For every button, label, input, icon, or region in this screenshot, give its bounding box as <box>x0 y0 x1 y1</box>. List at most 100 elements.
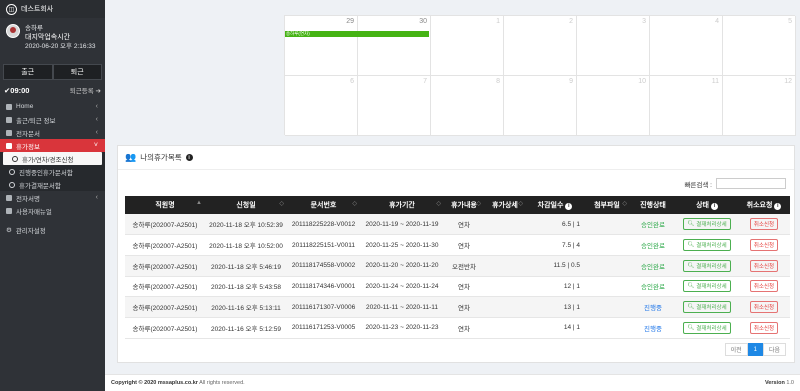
cell-cancel: 취소신청 <box>738 317 790 339</box>
sidebar-item-vacation[interactable]: 휴가정보 ˅ <box>0 139 105 152</box>
table-row[interactable]: 송하루(202007-A2501) 2020-11-18 오후 5:46:19 20… <box>125 255 790 277</box>
calendar-day[interactable]: 4 <box>650 16 723 76</box>
cell-attachment <box>584 296 630 318</box>
approval-detail-button[interactable]: 🔍︎ 결재처리상세 <box>683 239 731 252</box>
cell-doc-number: 201116171253-V0005 <box>287 317 360 339</box>
cell-progress: 승인완료 <box>630 276 676 298</box>
sidebar-item-label: 사용자매뉴얼 <box>16 208 52 216</box>
calendar-day[interactable]: 7 <box>358 76 431 136</box>
button-label: 결재처리상세 <box>696 305 727 312</box>
table-row[interactable]: 송하루(202007-A2501) 2020-11-18 오후 10:52:00 2… <box>125 234 790 256</box>
sidebar-item-manual[interactable]: 사용자매뉴얼 <box>0 204 105 217</box>
approval-detail-button[interactable]: 🔍︎ 결재처리상세 <box>683 218 731 231</box>
pen-icon <box>6 194 12 201</box>
cancel-request-button[interactable]: 취소신청 <box>749 321 779 334</box>
calendar-day[interactable]: 1 <box>431 16 504 76</box>
column-label: 휴가상세 <box>492 202 518 209</box>
submenu-vacation-inprogress[interactable]: 진행중인휴가문서함 <box>0 165 105 178</box>
table-row[interactable]: 송하루(202007-A2501) 2020-11-16 오후 5:12:59 20… <box>125 317 790 339</box>
cell-status: 🔍︎ 결재처리상세 <box>676 255 738 277</box>
chevron-left-icon: ‹ <box>95 129 98 136</box>
approval-detail-button[interactable]: 🔍︎ 결재처리상세 <box>683 259 731 272</box>
calendar-day[interactable]: 10 <box>577 76 650 136</box>
sort-icon: ▲ <box>196 200 202 206</box>
column-header-attachment[interactable]: 첨부파일 ◇ <box>584 196 630 214</box>
next-page-button[interactable]: 다음 <box>762 343 786 356</box>
page-1-button[interactable]: 1 <box>747 343 763 356</box>
check-in-button[interactable]: 출근 <box>3 64 53 80</box>
cancel-request-button[interactable]: 취소신청 <box>749 280 779 293</box>
sidebar-item-admin[interactable]: ⚙ 관리자설정 <box>0 223 105 236</box>
approval-detail-button[interactable]: 🔍︎ 결재처리상세 <box>683 301 731 314</box>
cell-deduct-days: 11.5 | 0.5 <box>526 255 584 277</box>
vacation-table: 직원명 ▲ 신청일 ◇ 문서번호 ◇ 휴가기간 ◇ 휴가내용 ◇ 휴가상세 ◇ 차감일수 i… <box>125 196 790 339</box>
day-number: 9 <box>569 78 573 85</box>
column-header-content[interactable]: 휴가내용 ◇ <box>444 196 484 214</box>
column-header-detail[interactable]: 휴가상세 ◇ <box>484 196 526 214</box>
search-input[interactable] <box>716 178 786 189</box>
check-out-button[interactable]: 퇴근 <box>52 64 102 80</box>
copyright-rights: All rights reserved. <box>199 380 245 386</box>
info-icon[interactable]: i <box>185 154 193 161</box>
sort-icon: ◇ <box>518 201 523 207</box>
sort-icon: ◇ <box>622 201 627 207</box>
cell-content: 연차 <box>444 276 484 298</box>
calendar-day[interactable]: 3 <box>577 16 650 76</box>
cancel-request-button[interactable]: 취소신청 <box>749 218 779 231</box>
calendar-day[interactable]: 9 <box>504 76 577 136</box>
calendar-day[interactable]: 5 <box>723 16 796 76</box>
column-header-status[interactable]: 상태 i <box>676 196 738 214</box>
calendar-day[interactable]: 8 <box>431 76 504 136</box>
prev-page-button[interactable]: 이전 <box>724 343 748 356</box>
cell-deduct-days: 6.5 | 1 <box>526 214 584 236</box>
info-icon[interactable]: i <box>710 202 718 210</box>
column-label: 진행상태 <box>640 202 666 209</box>
cell-detail <box>484 234 526 256</box>
info-icon[interactable]: i <box>565 202 573 210</box>
column-label: 취소요청 <box>746 202 773 209</box>
calendar-day[interactable]: 6 <box>285 76 358 136</box>
column-header-employee[interactable]: 직원명 ▲ <box>125 196 205 214</box>
day-number: 3 <box>642 18 646 25</box>
approval-detail-button[interactable]: 🔍︎ 결재처리상세 <box>683 321 731 334</box>
cancel-request-button[interactable]: 취소신청 <box>749 239 779 252</box>
column-header-doc-number[interactable]: 문서번호 ◇ <box>287 196 360 214</box>
column-header-progress[interactable]: 진행상태 <box>630 196 676 214</box>
column-header-cancel[interactable]: 취소요청 i <box>738 196 790 214</box>
cell-request-date: 2020-11-18 오후 5:46:19 <box>205 255 287 277</box>
cell-progress: 승인완료 <box>630 234 676 256</box>
sidebar-item-signature[interactable]: 전자서명 ‹ <box>0 191 105 204</box>
calendar-day[interactable]: 2 <box>504 16 577 76</box>
brand[interactable]: ◫ 데스트회사 <box>0 0 105 18</box>
cancel-request-button[interactable]: 취소신청 <box>749 259 779 272</box>
cell-cancel: 취소신청 <box>738 234 790 256</box>
calendar-day[interactable]: 11 <box>650 76 723 136</box>
column-header-period[interactable]: 휴가기간 ◇ <box>360 196 444 214</box>
cell-period: 2020-11-24 ~ 2020-11-24 <box>360 276 444 298</box>
column-header-deduct-days[interactable]: 차감일수 i <box>526 196 584 214</box>
submenu-vacation-approval[interactable]: 휴가결재문서함 <box>0 178 105 191</box>
version-label: Version <box>764 380 785 386</box>
sidebar-item-home[interactable]: Home ‹ <box>0 100 105 113</box>
sort-icon: ◇ <box>352 201 357 207</box>
sidebar-item-attendance[interactable]: 출근/퇴근 정보 ‹ <box>0 113 105 126</box>
home-icon <box>6 103 12 110</box>
users-icon: 👥 <box>125 152 137 162</box>
cell-request-date: 2020-11-16 오후 5:12:59 <box>205 317 287 339</box>
table-row[interactable]: 송하루(202007-A2501) 2020-11-18 오후 10:52:39 2… <box>125 214 790 236</box>
calendar-day[interactable]: 30 <box>358 16 431 76</box>
info-icon[interactable]: i <box>774 202 782 210</box>
sidebar-item-documents[interactable]: 전자문서 ‹ <box>0 126 105 139</box>
chevron-left-icon: ‹ <box>95 116 98 123</box>
column-header-request-date[interactable]: 신청일 ◇ <box>205 196 287 214</box>
cancel-request-button[interactable]: 취소신청 <box>749 301 779 314</box>
calendar-day[interactable]: 12 <box>723 76 796 136</box>
submenu-vacation-request[interactable]: 휴가/연차/경조신청 <box>3 152 102 165</box>
copyright-site[interactable]: mssaplus.co.kr <box>158 380 198 386</box>
calendar-day[interactable]: 29 송하루(연차) <box>285 16 429 76</box>
button-label: 결재처리상세 <box>696 243 727 250</box>
table-row[interactable]: 송하루(202007-A2501) 2020-11-18 오후 5:43:58 20… <box>125 276 790 298</box>
approval-detail-button[interactable]: 🔍︎ 결재처리상세 <box>683 280 731 293</box>
register-button[interactable]: 퇴근등록 ➔ <box>70 85 101 95</box>
table-row[interactable]: 송하루(202007-A2501) 2020-11-16 오후 5:13:11 20… <box>125 296 790 318</box>
